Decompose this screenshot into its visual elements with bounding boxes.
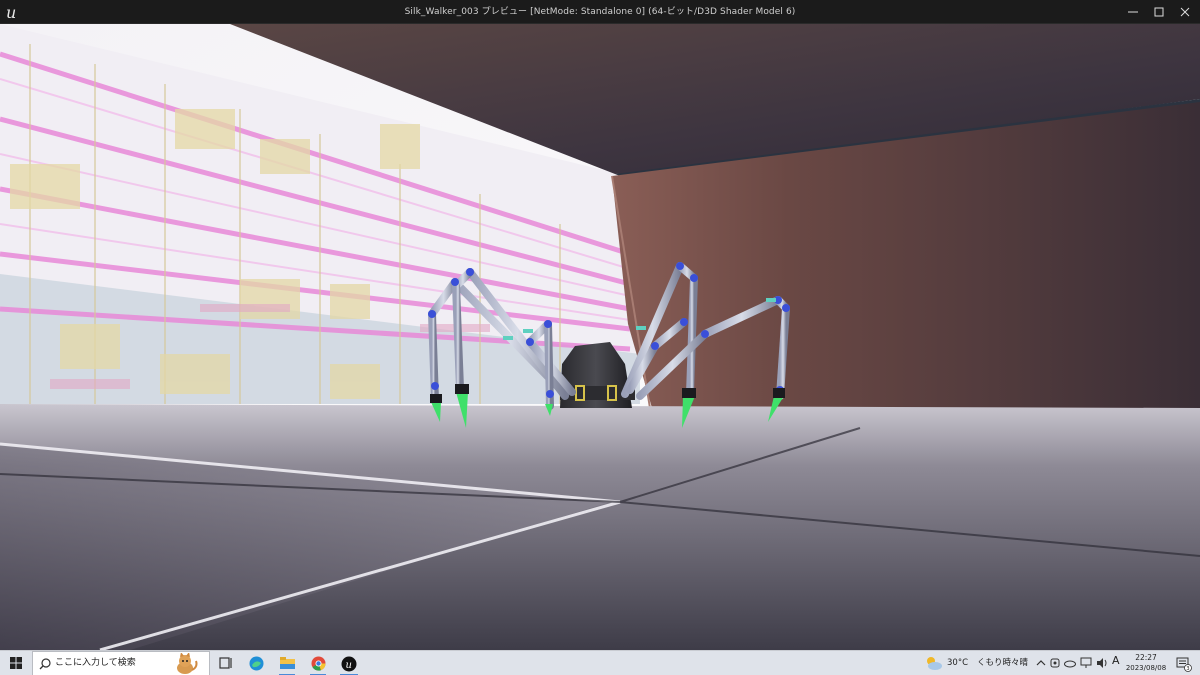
chrome-app-button[interactable]	[308, 651, 328, 675]
search-placeholder: ここに入力して検索	[55, 658, 136, 668]
unreal-engine-icon: u	[341, 656, 357, 672]
task-view-icon	[219, 657, 232, 669]
notification-icon: 3	[1176, 657, 1192, 672]
clock-time: 22:27	[1135, 653, 1157, 662]
taskbar: ここに入力して検索 u 30°C くもり時々晴 A 22:27 2023/08/…	[0, 650, 1200, 675]
system-tray: A	[1036, 651, 1122, 675]
weather-condition: くもり時々晴れ	[977, 658, 1029, 668]
notification-center-button[interactable]: 3	[1172, 651, 1196, 675]
weather-temperature: 30°C	[947, 658, 969, 668]
close-icon	[1180, 7, 1190, 17]
partly-cloudy-icon	[927, 657, 942, 670]
chevron-up-icon[interactable]	[1036, 657, 1046, 669]
taskbar-search-box[interactable]: ここに入力して検索	[32, 651, 210, 675]
volume-icon[interactable]	[1096, 657, 1108, 669]
edge-app-button[interactable]	[246, 651, 266, 675]
window-title: Silk_Walker_003 プレビュー [NetMode: Standalo…	[404, 7, 796, 17]
system-clock[interactable]: 22:27 2023/08/08	[1124, 651, 1168, 675]
scene-render	[0, 24, 1200, 650]
ime-indicator[interactable]: A	[1112, 654, 1120, 667]
game-viewport[interactable]	[0, 24, 1200, 650]
windows-start-icon	[10, 657, 22, 669]
file-explorer-icon	[280, 657, 295, 669]
clock-date: 2023/08/08	[1125, 664, 1167, 672]
close-button[interactable]	[1170, 0, 1200, 24]
edge-icon	[249, 656, 264, 671]
maximize-icon	[1154, 7, 1164, 17]
unreal-engine-app-button[interactable]: u	[338, 651, 360, 675]
onedrive-icon[interactable]	[1064, 657, 1076, 669]
tray-app-icon[interactable]	[1050, 657, 1060, 669]
weather-widget[interactable]: 30°C くもり時々晴れ	[925, 651, 1035, 675]
start-button[interactable]	[6, 651, 28, 675]
search-icon	[39, 658, 51, 670]
cat-search-highlight-icon	[177, 653, 198, 674]
minimize-icon	[1128, 11, 1138, 13]
notification-count: 3	[1186, 666, 1189, 672]
chrome-icon	[311, 656, 326, 671]
svg-text:u: u	[346, 660, 352, 671]
file-explorer-button[interactable]	[277, 651, 297, 675]
title-bar: u Silk_Walker_003 プレビュー [NetMode: Standa…	[0, 0, 1200, 24]
task-view-button[interactable]	[216, 651, 236, 675]
network-icon[interactable]	[1080, 657, 1092, 669]
